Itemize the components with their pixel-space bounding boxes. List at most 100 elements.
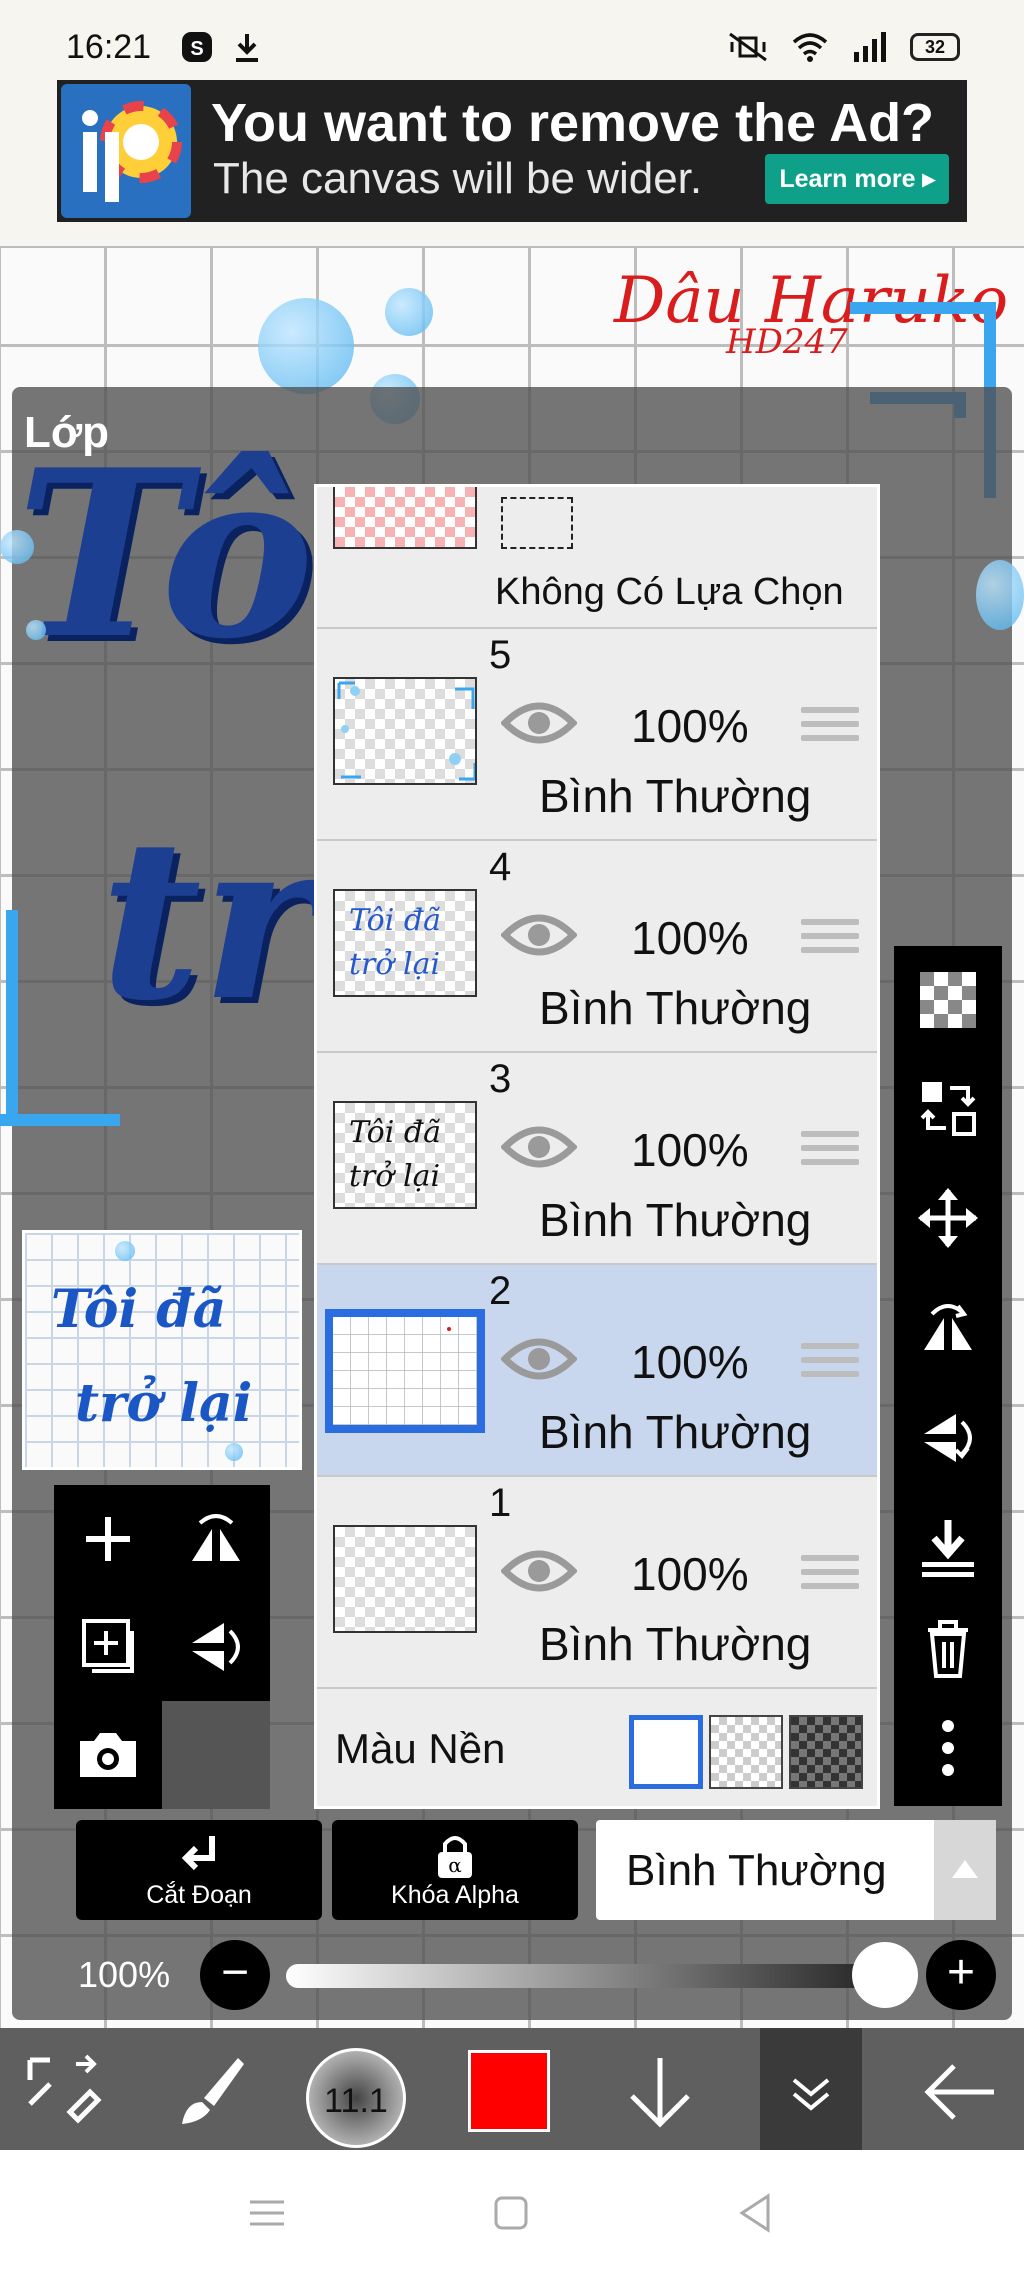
drag-handle-icon[interactable] — [801, 1131, 859, 1171]
layer-right-toolbar — [894, 946, 1002, 1806]
layer-thumbnail: Tôi đã trở lại — [333, 1101, 477, 1209]
selection-marquee-icon — [501, 497, 573, 549]
layer-list[interactable]: Không Có Lựa Chọn 5 100% Bình Thường Tôi… — [314, 484, 880, 1809]
selection-thumbnail — [333, 487, 477, 549]
layer-row-2[interactable]: 2 100% Bình Thường — [317, 1265, 877, 1477]
layer-thumbnail — [333, 677, 477, 785]
visibility-eye-icon[interactable] — [501, 695, 577, 751]
background-white-swatch[interactable] — [629, 1715, 703, 1789]
bubble-decoration — [976, 560, 1024, 630]
layer-opacity: 100% — [631, 912, 749, 964]
blend-mode-dropdown[interactable] — [934, 1820, 996, 1920]
transparency-icon[interactable] — [916, 968, 980, 1032]
svg-text:S: S — [190, 38, 203, 60]
brush-size-button[interactable]: 11.1 — [306, 2048, 406, 2148]
status-bar: 16:21 S 32 — [0, 0, 1024, 76]
ad-banner[interactable]: You want to remove the Ad? The canvas wi… — [57, 80, 967, 222]
blend-mode-select[interactable]: Bình Thường — [596, 1820, 996, 1920]
opacity-slider[interactable] — [286, 1964, 886, 1988]
layer-opacity: 100% — [631, 700, 749, 752]
back-arrow-icon[interactable] — [918, 2050, 1002, 2134]
clipping-button[interactable]: Cắt Đoạn — [76, 1820, 322, 1920]
visibility-eye-icon[interactable] — [501, 907, 577, 963]
layer-row-5[interactable]: 5 100% Bình Thường — [317, 629, 877, 841]
thumbnail-text: Tôi đã trở lại — [349, 1115, 441, 1194]
opacity-slider-knob[interactable] — [852, 1942, 918, 2008]
bubble-decoration — [26, 620, 46, 640]
brush-icon[interactable] — [168, 2050, 252, 2134]
canvas-preview-thumbnail[interactable]: Tôi đã trở lại — [22, 1230, 302, 1470]
layer-row-1[interactable]: 1 100% Bình Thường — [317, 1477, 877, 1689]
bubble-decoration — [115, 1241, 135, 1261]
learn-more-label: Learn more — [779, 165, 916, 193]
drag-handle-icon[interactable] — [801, 1555, 859, 1595]
drag-handle-icon[interactable] — [801, 707, 859, 747]
back-icon[interactable] — [730, 2188, 780, 2238]
flip-horizontal-icon[interactable] — [916, 1296, 980, 1360]
visibility-eye-icon[interactable] — [501, 1119, 577, 1175]
more-icon[interactable] — [916, 1716, 980, 1780]
learn-more-button[interactable]: Learn more ▸ — [765, 154, 949, 204]
drag-handle-icon[interactable] — [801, 1343, 859, 1383]
layer-blend-mode: Bình Thường — [539, 1194, 812, 1246]
rotate-flip-icon[interactable] — [180, 1503, 252, 1575]
background-color-row: Màu Nền — [317, 1695, 877, 1805]
layer-number: 3 — [489, 1057, 512, 1101]
layer-opacity: 100% — [631, 1548, 749, 1600]
clipping-label: Cắt Đoạn — [146, 1881, 252, 1909]
add-layer-icon[interactable] — [72, 1503, 144, 1575]
svg-text:α: α — [448, 1853, 462, 1877]
opacity-increase-button[interactable]: + — [926, 1940, 996, 2010]
arrow-down-icon[interactable] — [618, 2050, 702, 2134]
double-chevron-down-icon — [792, 2078, 830, 2111]
layer-blend-mode: Bình Thường — [539, 1406, 812, 1458]
canvas-lettering: Tô — [16, 420, 315, 690]
wifi-icon — [792, 33, 828, 62]
merge-down-icon[interactable] — [916, 1516, 980, 1580]
recent-apps-icon[interactable] — [242, 2188, 292, 2238]
swap-layer-icon[interactable] — [916, 1076, 980, 1140]
battery-indicator: 32 — [910, 33, 960, 61]
bubble-decoration — [225, 1443, 243, 1461]
alpha-lock-button[interactable]: α Khóa Alpha — [332, 1820, 578, 1920]
opacity-control: 100% − + — [0, 1940, 1024, 2010]
visibility-eye-icon[interactable] — [501, 1331, 577, 1387]
preview-text-line2: trở lại — [75, 1373, 253, 1434]
layer-blend-mode: Bình Thường — [539, 1618, 812, 1670]
move-icon[interactable] — [916, 1186, 980, 1250]
layer-number: 1 — [489, 1481, 512, 1525]
layer-row-3[interactable]: Tôi đã trở lại 3 100% Bình Thường — [317, 1053, 877, 1265]
blend-mode-value: Bình Thường — [626, 1846, 887, 1895]
flip-icon[interactable] — [180, 1611, 252, 1683]
bubble-decoration — [258, 298, 354, 394]
background-label: Màu Nền — [335, 1725, 506, 1772]
mute-vibrate-icon — [729, 32, 767, 62]
flip-vertical-icon[interactable] — [916, 1406, 980, 1470]
add-copy-icon[interactable] — [72, 1611, 144, 1683]
canvas-lettering: tr — [100, 790, 318, 1049]
selection-label: Không Có Lựa Chọn — [495, 571, 844, 613]
toolbar-gap — [162, 1701, 270, 1809]
selection-layer-row[interactable]: Không Có Lựa Chọn — [317, 487, 877, 629]
color-picker-button[interactable] — [468, 2050, 550, 2132]
layer-row-4[interactable]: Tôi đã trở lại 4 100% Bình Thường — [317, 841, 877, 1053]
download-icon — [236, 34, 258, 62]
background-dark-swatch[interactable] — [789, 1715, 863, 1789]
opacity-decrease-button[interactable]: − — [200, 1940, 270, 2010]
home-icon[interactable] — [486, 2188, 536, 2238]
tool-switch-icon[interactable] — [20, 2050, 104, 2134]
preview-text-line1: Tôi đã — [51, 1279, 227, 1340]
ad-headline: You want to remove the Ad? — [211, 93, 935, 153]
background-transparent-swatch[interactable] — [709, 1715, 783, 1789]
layer-number: 4 — [489, 845, 512, 889]
visibility-eye-icon[interactable] — [501, 1543, 577, 1599]
collapse-panel-button[interactable] — [760, 2028, 862, 2150]
layer-blend-mode: Bình Thường — [539, 982, 812, 1034]
camera-icon[interactable] — [72, 1719, 144, 1791]
system-nav-bar — [0, 2150, 1024, 2275]
status-time: 16:21 — [66, 28, 152, 66]
bubble-decoration — [385, 288, 433, 336]
clipping-arrow-icon — [181, 1836, 215, 1871]
trash-icon[interactable] — [916, 1616, 980, 1680]
drag-handle-icon[interactable] — [801, 919, 859, 959]
